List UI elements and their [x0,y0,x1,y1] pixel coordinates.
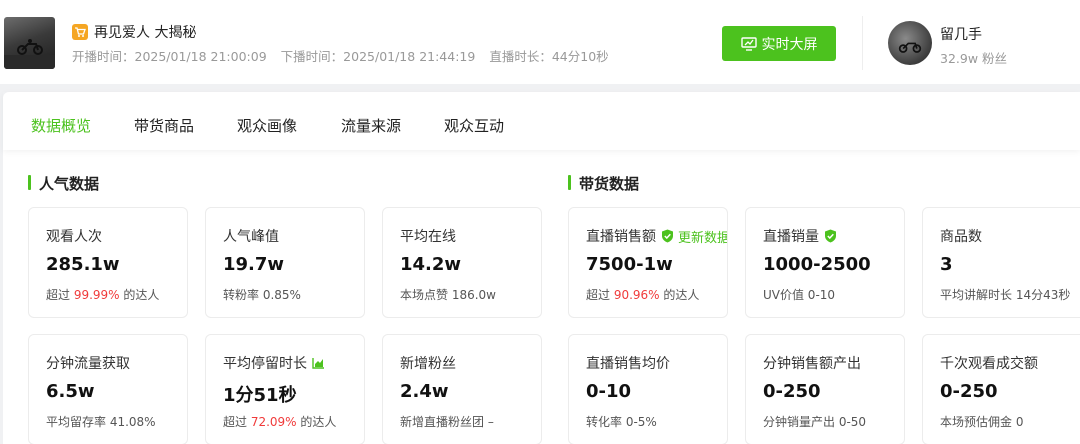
rank-percent: 90.96% [613,288,660,302]
card-value: 19.7w [223,254,285,275]
shopping-cart-icon [72,24,88,40]
card-avg-price: 直播销售均价 0-10 转化率 0-5% [568,334,728,444]
motorcycle-icon [17,39,43,55]
card-label: 千次观看成交额 [940,356,1038,372]
card-label: 直播销量 [763,226,837,246]
card-value: 0-250 [763,381,821,402]
avatar[interactable] [888,21,932,65]
main-panel: 数据概览 带货商品 观众画像 流量来源 观众互动 人气数据 带货数据 观看人次 … [3,92,1080,444]
card-sales-amount: 直播销售额 更新数据 7500-1w 超过 90.96% 的达人 [568,207,728,318]
card-value: 14.2w [400,254,462,275]
card-label: 新增粉丝 [400,356,456,372]
card-value: 7500-1w [586,254,673,275]
motorcycle-icon [898,42,922,53]
card-traffic-per-minute: 分钟流量获取 6.5w 平均留存率 41.08% [28,334,188,444]
card-label: 平均停留时长 [223,353,325,373]
card-label: 分钟销售额产出 [763,356,861,372]
card-sub: 平均留存率 41.08% [46,415,156,429]
author-fans: 32.9w 粉丝 [940,51,1008,66]
tab-interaction[interactable]: 观众互动 [444,115,504,136]
card-views: 观看人次 285.1w 超过 99.99% 的达人 [28,207,188,318]
monitor-chart-icon [740,36,757,51]
card-sales-volume: 直播销量 1000-2500 UV价值 0-10 [745,207,905,318]
card-sub: UV价值 0-10 [763,288,836,302]
card-value: 2.4w [400,381,449,402]
tab-audience[interactable]: 观众画像 [237,115,297,136]
card-sub: 超过 90.96% 的达人 [586,288,700,302]
tab-products[interactable]: 带货商品 [134,115,194,136]
card-sub: 分钟销量产出 0-50 [763,415,867,429]
live-meta: 开播时间：2025/01/18 21:00:09 下播时间：2025/01/18 … [72,46,623,65]
live-duration: 直播时长：44分10秒 [489,49,609,64]
card-peak: 人气峰值 19.7w 转粉率 0.85% [205,207,365,318]
section-sales-title: 带货数据 [568,173,639,194]
card-new-fans: 新增粉丝 2.4w 新增直播粉丝团 – [382,334,542,444]
card-sub: 超过 72.09% 的达人 [223,415,337,429]
card-sub: 转化率 0-5% [586,415,657,429]
card-label: 平均在线 [400,229,456,245]
tab-traffic[interactable]: 流量来源 [341,115,401,136]
live-title-row: 再见爱人 大揭秘 [72,23,196,41]
card-label: 直播销售均价 [586,356,670,372]
card-value: 6.5w [46,381,95,402]
card-label: 分钟流量获取 [46,356,130,372]
header-divider [862,16,863,70]
card-gpm: 千次观看成交额 0-250 本场预估佣金 0 [922,334,1080,444]
card-sub: 超过 99.99% 的达人 [46,288,160,302]
live-title[interactable]: 再见爱人 大揭秘 [94,22,196,42]
card-sales-per-minute: 分钟销售额产出 0-250 分钟销量产出 0-50 [745,334,905,444]
card-sub: 本场点赞 186.0w [400,288,496,302]
verified-shield-icon [662,229,673,243]
author-name[interactable]: 留几手 [940,24,982,44]
card-value: 1分51秒 [223,385,297,406]
refresh-data-link[interactable]: 更新数据 [678,227,727,246]
card-product-count: 商品数 3 平均讲解时长 14分43秒 [922,207,1080,318]
tab-overview[interactable]: 数据概览 [31,115,91,136]
section-popularity-title: 人气数据 [28,173,99,194]
realtime-screen-button[interactable]: 实时大屏 [722,26,836,61]
card-value: 0-250 [940,381,998,402]
card-sub: 本场预估佣金 0 [940,415,1024,429]
start-time: 开播时间：2025/01/18 21:00:09 [72,49,267,64]
card-label: 商品数 [940,229,982,245]
card-sub: 平均讲解时长 14分43秒 [940,288,1071,302]
card-label: 人气峰值 [223,229,279,245]
verified-shield-icon [825,229,836,243]
tab-bar: 数据概览 带货商品 观众画像 流量来源 观众互动 [3,92,1080,150]
live-cover-thumbnail[interactable] [4,17,55,69]
end-time: 下播时间：2025/01/18 21:44:19 [280,49,476,64]
card-sub: 转粉率 0.85% [223,288,301,302]
card-avg-stay: 平均停留时长 1分51秒 超过 72.09% 的达人 [205,334,365,444]
card-value: 1000-2500 [763,254,871,275]
rank-percent: 99.99% [73,288,120,302]
live-header: 再见爱人 大揭秘 开播时间：2025/01/18 21:00:09 下播时间：20… [0,0,1080,84]
card-value: 285.1w [46,254,120,275]
card-value: 3 [940,254,953,275]
card-value: 0-10 [586,381,632,402]
rank-percent: 72.09% [250,415,297,429]
card-sub: 新增直播粉丝团 – [400,415,494,429]
card-label: 观看人次 [46,229,102,245]
card-avg-online: 平均在线 14.2w 本场点赞 186.0w [382,207,542,318]
realtime-screen-label: 实时大屏 [761,36,818,53]
card-label: 直播销售额 更新数据 [586,226,727,246]
area-chart-icon[interactable] [312,357,325,369]
